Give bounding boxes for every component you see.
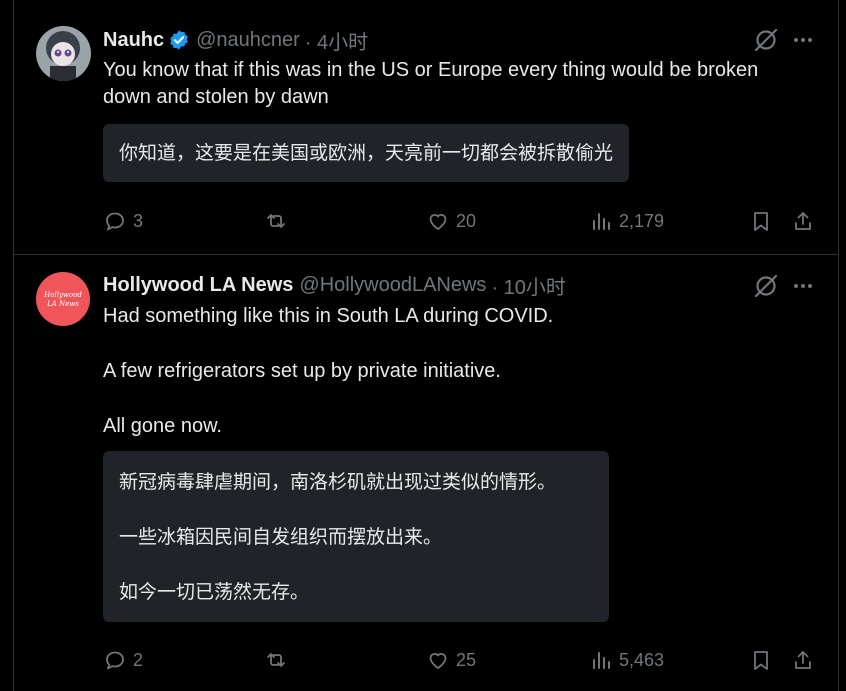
post[interactable]: Hollywood LA News Hollywood LA News @Hol… (14, 255, 838, 691)
post-text-line: Had something like this in South LA duri… (103, 305, 554, 327)
repost-icon (267, 214, 285, 228)
reply-icon (106, 651, 124, 670)
reply-count: 3 (133, 210, 144, 231)
heart-icon (429, 653, 447, 669)
avatar[interactable]: Hollywood LA News (36, 272, 90, 326)
verified-badge-icon (170, 30, 188, 50)
translation-box: 新冠病毒肆虐期间，南洛杉矶就出现过类似的情形。 一些冰箱因民间自发组织而摆放出来… (103, 451, 609, 622)
translation-line: 新冠病毒肆虐期间，南洛杉矶就出现过类似的情形。 (119, 471, 557, 493)
translation-box: 你知道，这要是在美国或欧洲，天亮前一切都会被拆散偷光 (103, 124, 630, 182)
timeline: Nauhc @nauhcner · 4小时 You know that if t… (13, 0, 839, 691)
like-count: 20 (456, 210, 477, 231)
author-name[interactable]: Hollywood LA News (103, 274, 293, 297)
view-count: 5,463 (619, 649, 665, 670)
translation-line: 你知道，这要是在美国或欧洲，天亮前一切都会被拆散偷光 (119, 142, 614, 164)
views-button[interactable]: 2,179 (589, 209, 664, 233)
post-time[interactable]: · 10小时 (491, 271, 565, 300)
post-header: Nauhc @nauhcner · 4小时 (103, 26, 368, 55)
grok-icon[interactable] (753, 273, 779, 299)
bookmark-icon (754, 212, 768, 231)
translation-line: 一些冰箱因民间自发组织而摆放出来。 (119, 526, 443, 548)
more-options-icon[interactable] (791, 28, 815, 52)
author-handle[interactable]: @nauhcner (196, 29, 300, 52)
views-icon (593, 652, 610, 669)
repost-button[interactable] (264, 648, 288, 672)
bookmark-icon (754, 651, 768, 670)
view-count: 2,179 (619, 210, 665, 231)
author-handle[interactable]: @HollywoodLANews (299, 274, 486, 297)
avatar-text-line: LA News (46, 300, 79, 308)
post-text-line: A few refrigerators set up by private in… (103, 360, 501, 382)
more-options-icon[interactable] (791, 274, 815, 298)
action-bar: 3 20 2,179 (103, 209, 815, 239)
share-button[interactable] (791, 648, 815, 672)
post-header: Hollywood LA News @HollywoodLANews · 10小… (103, 271, 566, 300)
bookmark-button[interactable] (749, 209, 773, 233)
like-button[interactable]: 20 (426, 209, 476, 233)
bookmark-button[interactable] (749, 648, 773, 672)
grok-icon[interactable] (753, 27, 779, 53)
views-button[interactable]: 5,463 (589, 648, 664, 672)
repost-icon (267, 653, 285, 667)
post-text-line: All gone now. (103, 415, 222, 437)
post[interactable]: Nauhc @nauhcner · 4小时 You know that if t… (14, 0, 838, 255)
post-text: You know that if this was in the US or E… (103, 59, 759, 108)
post-time[interactable]: · 4小时 (305, 26, 368, 55)
views-icon (593, 213, 610, 230)
like-button[interactable]: 25 (426, 648, 476, 672)
reply-count: 2 (133, 649, 144, 670)
share-button[interactable] (791, 209, 815, 233)
reply-button[interactable]: 3 (103, 209, 143, 233)
like-count: 25 (456, 649, 477, 670)
post-text: Had something like this in South LA duri… (103, 303, 803, 440)
reply-button[interactable]: 2 (103, 648, 143, 672)
author-name[interactable]: Nauhc (103, 29, 164, 52)
reply-icon (106, 212, 124, 231)
share-icon (795, 212, 811, 230)
translation-line: 如今一切已荡然无存。 (119, 581, 310, 603)
heart-icon (429, 214, 447, 230)
avatar[interactable] (36, 26, 91, 81)
repost-button[interactable] (264, 209, 288, 233)
action-bar: 2 25 5,463 (103, 648, 815, 678)
avatar-text-line: Hollywood (43, 291, 82, 299)
share-icon (795, 651, 811, 669)
